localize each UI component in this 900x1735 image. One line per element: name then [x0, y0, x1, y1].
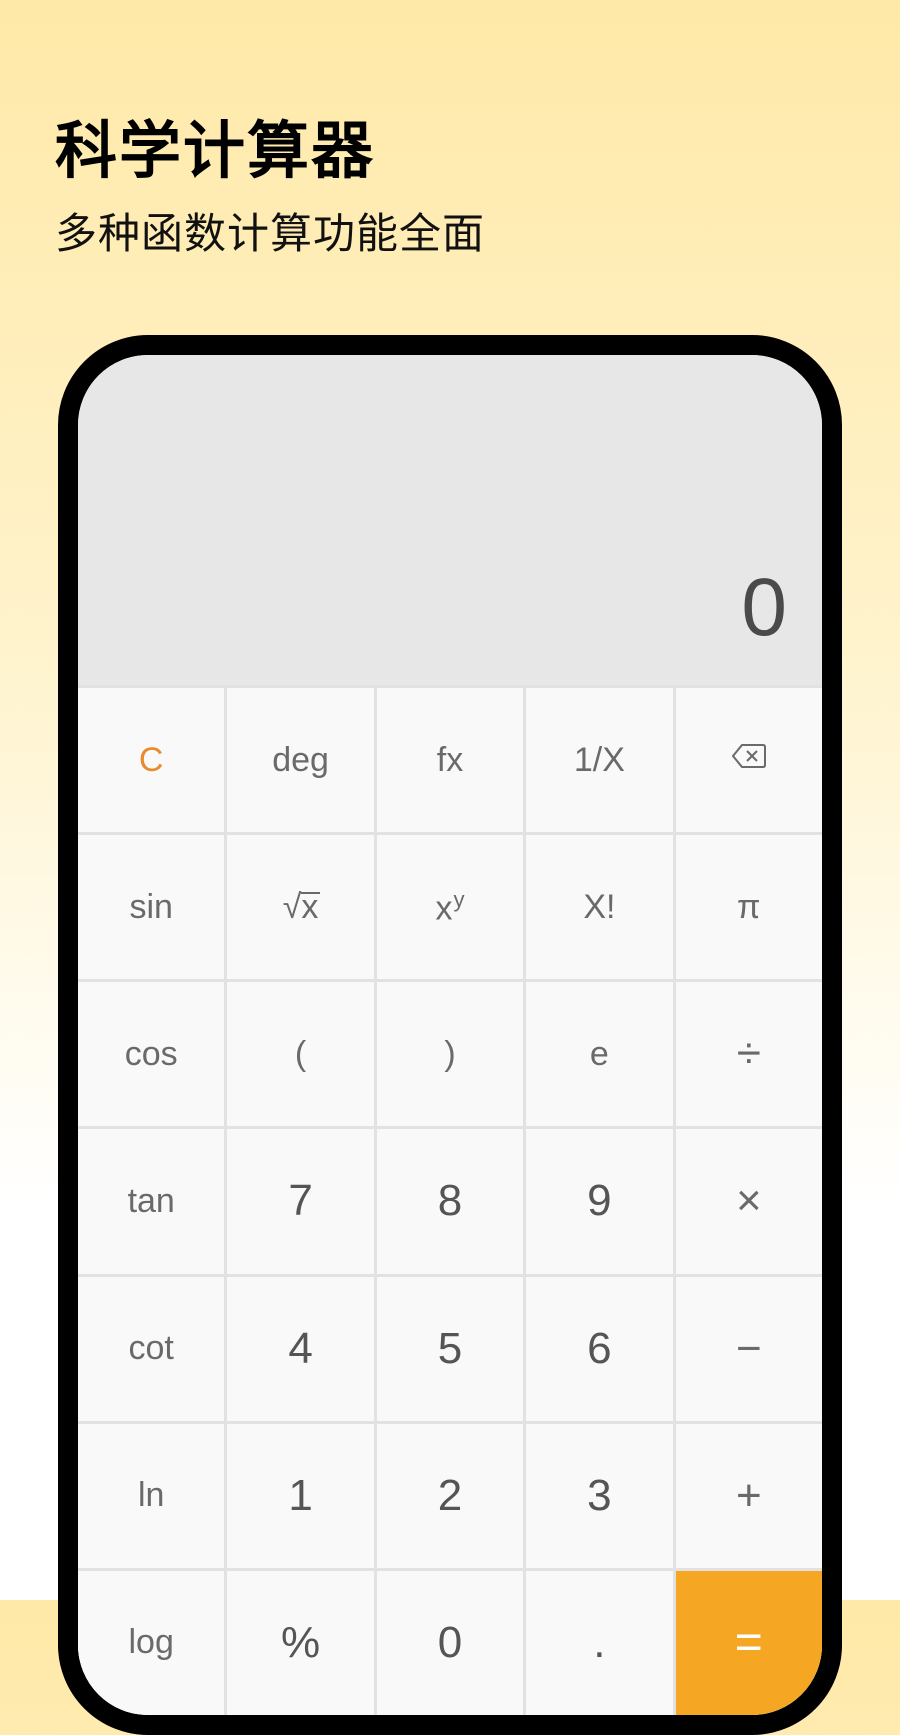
deg-button[interactable]: deg: [227, 688, 373, 832]
power-label: xy: [435, 887, 464, 928]
backspace-icon: [731, 741, 767, 780]
display-value: 0: [741, 561, 787, 655]
digit-4-button[interactable]: 4: [227, 1277, 373, 1421]
digit-1-button[interactable]: 1: [227, 1424, 373, 1568]
close-paren-button[interactable]: ): [377, 982, 523, 1126]
digit-9-button[interactable]: 9: [526, 1129, 672, 1273]
cot-button[interactable]: cot: [78, 1277, 224, 1421]
e-button[interactable]: e: [526, 982, 672, 1126]
sin-button[interactable]: sin: [78, 835, 224, 979]
digit-6-button[interactable]: 6: [526, 1277, 672, 1421]
ln-button[interactable]: ln: [78, 1424, 224, 1568]
phone-frame: 0 C deg fx 1/X sin √x: [58, 335, 842, 1735]
decimal-button[interactable]: .: [526, 1571, 672, 1715]
factorial-button[interactable]: X!: [526, 835, 672, 979]
fx-button[interactable]: fx: [377, 688, 523, 832]
reciprocal-button[interactable]: 1/X: [526, 688, 672, 832]
calculator-app: 0 C deg fx 1/X sin √x: [78, 355, 822, 1715]
digit-3-button[interactable]: 3: [526, 1424, 672, 1568]
digit-7-button[interactable]: 7: [227, 1129, 373, 1273]
backspace-button[interactable]: [676, 688, 822, 832]
keypad: C deg fx 1/X sin √x xy X!: [78, 685, 822, 1715]
minus-button[interactable]: −: [676, 1277, 822, 1421]
divide-button[interactable]: ÷: [676, 982, 822, 1126]
page-title: 科学计算器: [55, 100, 845, 190]
sqrt-label: √x: [283, 888, 319, 927]
plus-button[interactable]: +: [676, 1424, 822, 1568]
cos-button[interactable]: cos: [78, 982, 224, 1126]
digit-2-button[interactable]: 2: [377, 1424, 523, 1568]
clear-button[interactable]: C: [78, 688, 224, 832]
equals-button[interactable]: =: [676, 1571, 822, 1715]
tan-button[interactable]: tan: [78, 1129, 224, 1273]
sqrt-button[interactable]: √x: [227, 835, 373, 979]
page-subtitle: 多种函数计算功能全面: [55, 200, 845, 261]
header: 科学计算器 多种函数计算功能全面: [0, 0, 900, 261]
digit-0-button[interactable]: 0: [377, 1571, 523, 1715]
percent-button[interactable]: %: [227, 1571, 373, 1715]
power-button[interactable]: xy: [377, 835, 523, 979]
digit-8-button[interactable]: 8: [377, 1129, 523, 1273]
pi-button[interactable]: π: [676, 835, 822, 979]
log-button[interactable]: log: [78, 1571, 224, 1715]
open-paren-button[interactable]: (: [227, 982, 373, 1126]
digit-5-button[interactable]: 5: [377, 1277, 523, 1421]
multiply-button[interactable]: ×: [676, 1129, 822, 1273]
calculator-display: 0: [78, 355, 822, 685]
